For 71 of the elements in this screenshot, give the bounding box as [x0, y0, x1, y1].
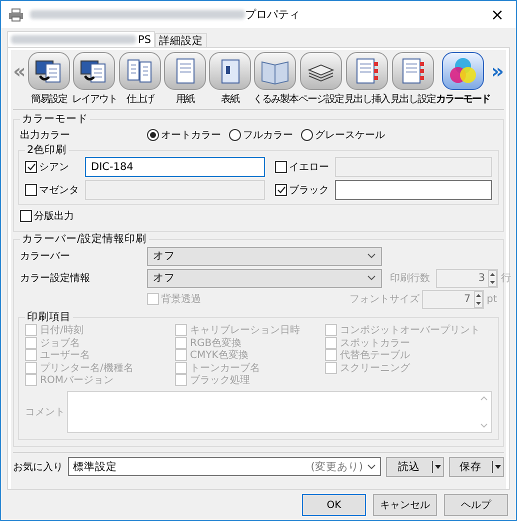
checkbox-label: RGB色変換: [190, 336, 242, 350]
tab[interactable]: 詳細設定: [155, 33, 207, 47]
chevron-down-icon: [367, 275, 376, 281]
checkbox-label: 分版出力: [34, 210, 74, 223]
radio-label: オートカラー: [161, 128, 221, 142]
number-field[interactable]: 7: [422, 290, 484, 308]
split-button[interactable]: 読込: [386, 456, 444, 476]
checkbox-label: トーンカーブ名: [190, 362, 260, 374]
color-name-field[interactable]: [335, 180, 492, 200]
dropdown[interactable]: オフ: [147, 246, 382, 266]
spin-arrows-icon: [474, 290, 483, 308]
color-circles-icon: [448, 56, 478, 86]
field-label: コメント: [25, 406, 63, 418]
checkbox-label: マゼンタ: [39, 184, 79, 197]
checkbox-label: 背景透過: [161, 292, 201, 306]
radio-label: グレースケール: [315, 128, 385, 142]
field-label: お気に入り: [13, 460, 63, 474]
dialog-button[interactable]: OK: [302, 494, 366, 516]
field-label: 出力カラー: [20, 128, 71, 142]
dialog-button[interactable]: ヘルプ: [444, 494, 508, 516]
checkbox-label: コンポジットオーバープリント: [340, 324, 480, 338]
radio-button[interactable]: [229, 128, 241, 140]
close-button[interactable]: ×: [484, 5, 510, 24]
radio-button[interactable]: [301, 128, 313, 140]
split-button[interactable]: 保存: [449, 456, 504, 476]
checkbox-label: 代替色テーブル: [340, 348, 410, 362]
field-label: フォントサイズ: [350, 293, 420, 306]
checkbox-label: スクリーニング: [340, 362, 410, 375]
radio-label: フルカラー: [243, 128, 293, 142]
printer-icon: [8, 8, 24, 22]
check-icon: [26, 163, 36, 171]
checkbox-label: ROMバージョン: [40, 374, 114, 388]
unit-label: 行: [501, 272, 511, 285]
checkbox-label: プリンター名/機種名: [40, 362, 134, 375]
next-button[interactable]: »: [491, 59, 504, 83]
checkbox-label: シアン: [39, 161, 69, 174]
checkbox-label: ユーザー名: [40, 349, 90, 362]
unit-label: pt: [486, 294, 497, 304]
radio-button[interactable]: [147, 128, 159, 140]
section-title: 2色印刷: [26, 143, 68, 157]
dropdown[interactable]: オフ: [147, 268, 382, 288]
field-label: カラーバー: [20, 250, 71, 263]
checkbox-label: CMYK色変換: [190, 348, 248, 362]
check-icon: [276, 186, 286, 194]
dialog-button[interactable]: キャンセル: [373, 494, 437, 516]
checkbox-label: スポットカラー: [340, 336, 410, 350]
spin-arrows-icon: [488, 270, 497, 286]
section-title: カラーバー/設定情報印刷: [21, 232, 148, 246]
checkbox[interactable]: [25, 161, 37, 173]
tab[interactable]: PS: [7, 31, 155, 47]
number-field[interactable]: 3: [436, 268, 498, 288]
section-title: カラーモード: [21, 112, 89, 126]
chevron-down-icon: [367, 464, 376, 470]
checkbox[interactable]: [20, 210, 32, 222]
field-label: カラー設定情報: [20, 272, 91, 285]
favorites-dropdown[interactable]: 標準設定 (変更あり): [68, 457, 381, 476]
checkbox[interactable]: [275, 184, 287, 196]
field-label: 印刷行数: [390, 272, 431, 285]
checkbox-label: ジョブ名: [40, 336, 80, 350]
checkbox-label: ブラック: [289, 184, 329, 197]
checkbox-label: イエロー: [289, 161, 329, 174]
window-title: プロパティ: [245, 7, 300, 22]
section-title: 印刷項目: [26, 310, 72, 324]
scroll-up-icon: [480, 396, 488, 400]
checkbox-label: キャリブレーション日時: [190, 324, 300, 338]
checkbox-label: 日付/時刻: [40, 324, 84, 338]
chevron-down-icon: [367, 253, 376, 259]
scroll-down-icon: [480, 422, 488, 428]
comment-field[interactable]: [67, 390, 492, 432]
checkbox-label: ブラック処理: [190, 374, 250, 388]
color-name-field[interactable]: DIC-184: [85, 157, 265, 177]
